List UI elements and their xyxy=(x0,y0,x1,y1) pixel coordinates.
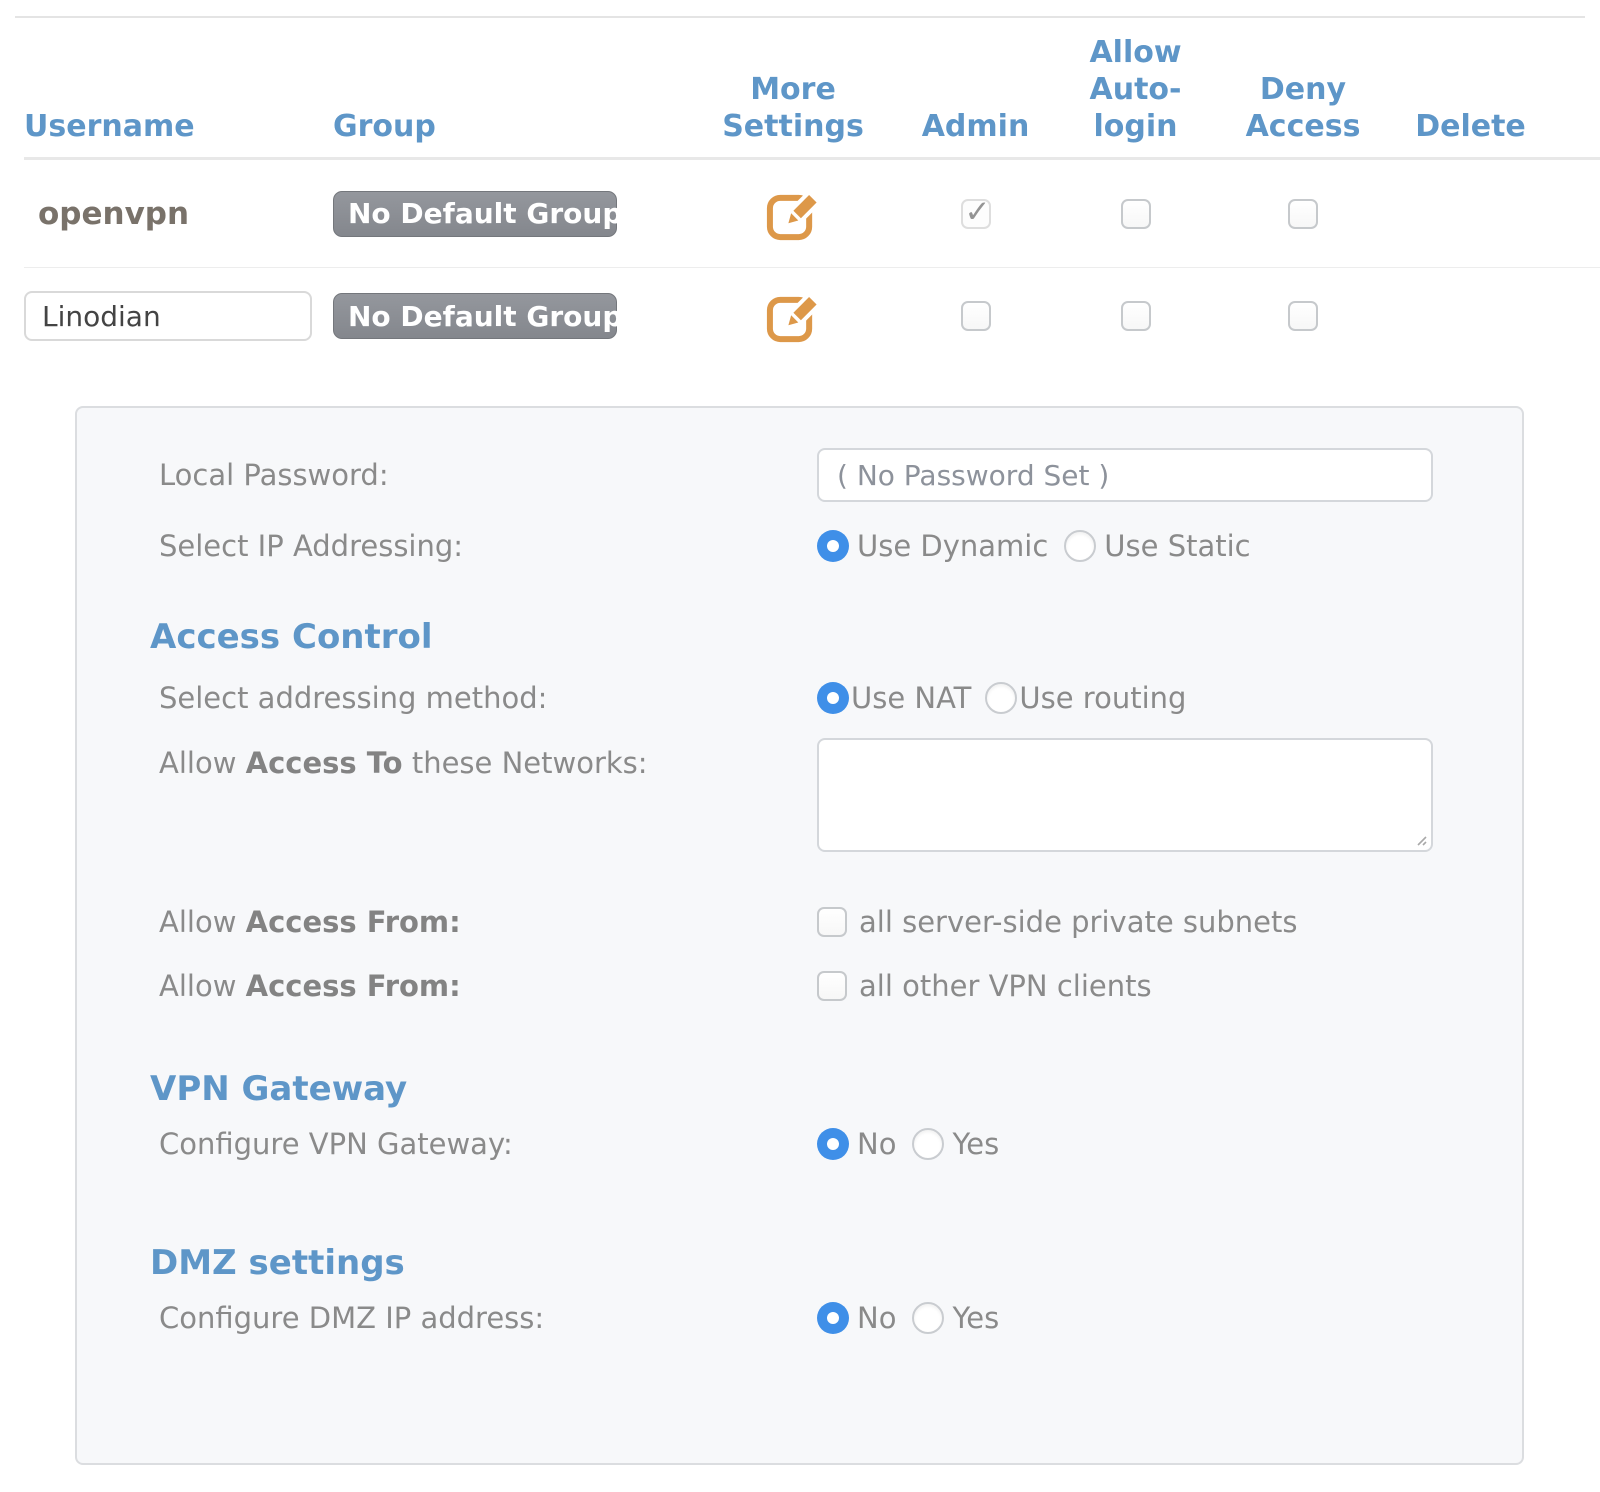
group-select[interactable]: No Default Group xyxy=(333,191,617,237)
local-password-label: Local Password: xyxy=(159,458,817,492)
user-settings-panel: Local Password: Select IP Addressing: Us… xyxy=(75,406,1524,1465)
access-control-heading: Access Control xyxy=(150,614,1431,660)
admin-cell xyxy=(893,199,1058,229)
configure-vpn-gateway-row: Configure VPN Gateway: No Yes xyxy=(159,1126,1431,1162)
deny-access-checkbox[interactable] xyxy=(1288,301,1318,331)
use-routing-radio[interactable] xyxy=(985,682,1017,714)
edit-settings-button[interactable] xyxy=(762,184,824,244)
access-from-subnets-checkbox[interactable] xyxy=(817,907,847,937)
access-from-label: Allow Access From: xyxy=(159,969,817,1003)
resize-handle-icon[interactable] xyxy=(1412,831,1428,847)
use-dynamic-label: Use Dynamic xyxy=(857,529,1048,563)
table-row: openvpn No Default Group xyxy=(24,160,1600,268)
header-more-settings: More Settings xyxy=(693,71,893,157)
autologin-checkbox[interactable] xyxy=(1121,199,1151,229)
header-group: Group xyxy=(333,108,693,157)
use-dynamic-radio[interactable] xyxy=(817,530,849,562)
addressing-method-label: Select addressing method: xyxy=(159,681,817,715)
local-password-row: Local Password: xyxy=(159,448,1431,502)
admin-cell xyxy=(893,301,1058,331)
dmz-no-label: No xyxy=(857,1301,896,1335)
header-admin: Admin xyxy=(893,108,1058,157)
use-nat-label: Use NAT xyxy=(851,681,971,715)
more-settings-cell xyxy=(693,184,893,244)
addressing-method-row: Select addressing method: Use NAT Use ro… xyxy=(159,680,1431,716)
vpn-gateway-no-label: No xyxy=(857,1127,896,1161)
access-from-clients-row: Allow Access From: all other VPN clients xyxy=(159,968,1431,1004)
edit-pencil-icon xyxy=(762,286,824,346)
access-from-subnets-row: Allow Access From: all server-side priva… xyxy=(159,904,1431,940)
header-allow-autologin: Allow Auto-login xyxy=(1058,34,1213,157)
table-row: No Default Group xyxy=(24,268,1600,364)
autologin-cell xyxy=(1058,301,1213,331)
deny-cell xyxy=(1213,301,1393,331)
dmz-no-radio[interactable] xyxy=(817,1302,849,1334)
ip-addressing-label: Select IP Addressing: xyxy=(159,529,817,563)
group-cell: No Default Group xyxy=(333,191,693,237)
access-from-label: Allow Access From: xyxy=(159,905,817,939)
username-openvpn: openvpn xyxy=(24,196,333,232)
header-delete: Delete xyxy=(1393,108,1548,157)
use-nat-radio[interactable] xyxy=(817,682,849,714)
username-cell xyxy=(24,291,333,341)
configure-vpn-gateway-label: Configure VPN Gateway: xyxy=(159,1127,817,1161)
local-password-input[interactable] xyxy=(817,448,1433,502)
dmz-settings-heading: DMZ settings xyxy=(150,1240,1431,1286)
edit-settings-button[interactable] xyxy=(762,286,824,346)
header-deny-access: Deny Access xyxy=(1213,71,1393,157)
group-select[interactable]: No Default Group xyxy=(333,293,617,339)
vpn-gateway-yes-radio[interactable] xyxy=(912,1128,944,1160)
edit-pencil-icon xyxy=(762,184,824,244)
access-to-label: Allow Access To these Networks: xyxy=(159,746,817,780)
autologin-cell xyxy=(1058,199,1213,229)
dmz-yes-label: Yes xyxy=(952,1301,999,1335)
group-select-value: No Default Group xyxy=(348,300,622,333)
use-static-label: Use Static xyxy=(1104,529,1250,563)
deny-cell xyxy=(1213,199,1393,229)
vpn-gateway-no-radio[interactable] xyxy=(817,1128,849,1160)
autologin-checkbox[interactable] xyxy=(1121,301,1151,331)
table-header-row: Username Group More Settings Admin Allow… xyxy=(24,18,1600,160)
vpn-gateway-heading: VPN Gateway xyxy=(150,1066,1431,1112)
header-username: Username xyxy=(24,108,333,157)
access-to-networks-textarea[interactable] xyxy=(817,738,1433,852)
group-cell: No Default Group xyxy=(333,293,693,339)
ip-addressing-row: Select IP Addressing: Use Dynamic Use St… xyxy=(159,528,1431,564)
configure-dmz-row: Configure DMZ IP address: No Yes xyxy=(159,1300,1431,1336)
access-from-clients-option: all other VPN clients xyxy=(859,969,1152,1003)
select-arrows-icon xyxy=(630,301,647,331)
select-arrows-icon xyxy=(630,199,647,229)
users-table: Username Group More Settings Admin Allow… xyxy=(0,18,1600,364)
configure-dmz-label: Configure DMZ IP address: xyxy=(159,1301,817,1335)
admin-checkbox[interactable] xyxy=(961,301,991,331)
admin-checkbox xyxy=(961,199,991,229)
vpn-gateway-yes-label: Yes xyxy=(952,1127,999,1161)
new-username-input[interactable] xyxy=(24,291,312,341)
group-select-value: No Default Group xyxy=(348,197,622,230)
use-static-radio[interactable] xyxy=(1064,530,1096,562)
access-from-clients-checkbox[interactable] xyxy=(817,971,847,1001)
access-to-networks-row: Allow Access To these Networks: xyxy=(159,738,1431,852)
access-from-subnets-option: all server-side private subnets xyxy=(859,905,1298,939)
more-settings-cell xyxy=(693,286,893,346)
dmz-yes-radio[interactable] xyxy=(912,1302,944,1334)
username-label: openvpn xyxy=(24,196,189,232)
deny-access-checkbox[interactable] xyxy=(1288,199,1318,229)
use-routing-label: Use routing xyxy=(1019,681,1186,715)
